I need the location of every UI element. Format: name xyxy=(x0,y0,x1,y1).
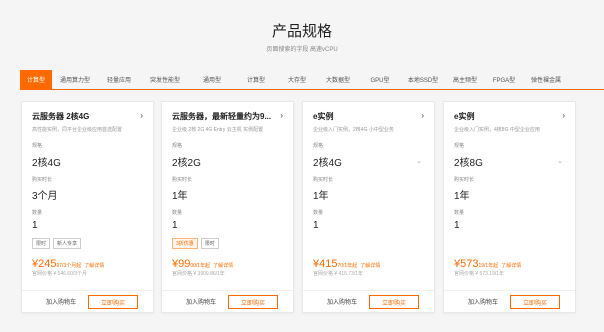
add-to-cart-button[interactable]: 加入购物车 xyxy=(468,297,498,306)
card-header[interactable]: e实例 企业级入门实例，2核4G 小中型业务 › xyxy=(313,111,424,133)
quantity-value[interactable]: 1 xyxy=(32,220,38,231)
card-title: e实例 xyxy=(454,112,475,121)
tab-general-compute[interactable]: 通用算力型 xyxy=(52,70,98,89)
product-card: 云服务器，最新轻量约为9... 企业级 2核 2G 4G Entry 云主机 实… xyxy=(161,101,294,313)
card-description: 高性能实例，同平台企业级应用首选配置 xyxy=(32,127,123,133)
promo-tags: 3折优惠 限时 xyxy=(172,238,219,249)
chevron-right-icon[interactable]: › xyxy=(280,111,283,120)
spec-select[interactable]: 2核2G xyxy=(172,154,201,169)
details-link[interactable]: 了解详情 xyxy=(360,263,380,269)
promo-tag: 限时 xyxy=(32,238,51,249)
card-description: 企业级入门实例，4核8G 中型企业应用 xyxy=(454,127,540,133)
duration-label: 购买时长 xyxy=(313,177,334,183)
tab-big-data[interactable]: 大数据型 xyxy=(316,70,360,89)
card-actions: 加入购物车 立即购买 xyxy=(22,290,153,312)
tab-gpu[interactable]: GPU型 xyxy=(360,70,400,89)
spec-label: 规格 xyxy=(454,143,465,149)
chevron-down-icon[interactable]: ⌄ xyxy=(557,157,563,165)
original-price: 官网价格 ¥ 3909.86/1年 xyxy=(172,271,225,277)
quantity-label: 数量 xyxy=(172,210,183,216)
duration-select[interactable]: 1年 xyxy=(313,187,329,202)
chevron-right-icon[interactable]: › xyxy=(140,111,143,120)
card-header[interactable]: 云服务器 2核4G 高性能实例，同平台企业级应用首选配置 › xyxy=(32,111,143,133)
price-unit: 70/1年起 xyxy=(337,263,358,269)
spec-select[interactable]: 2核4G xyxy=(313,154,342,169)
details-link[interactable]: 了解详情 xyxy=(213,263,233,269)
buy-now-button[interactable]: 立即购买 xyxy=(88,295,138,309)
quantity-label: 数量 xyxy=(313,210,324,216)
card-title: 云服务器，最新轻量约为9... xyxy=(172,112,272,121)
chevron-down-icon[interactable]: ⌄ xyxy=(416,157,422,165)
quantity-value[interactable]: 1 xyxy=(313,220,319,231)
card-actions: 加入购物车 立即购买 xyxy=(444,290,575,312)
tab-lightweight[interactable]: 轻量应用 xyxy=(98,70,140,89)
spec-select[interactable]: 2核4G xyxy=(32,154,61,169)
quantity-label: 数量 xyxy=(32,210,43,216)
price-value: ¥245 xyxy=(32,258,57,270)
tab-high-frequency[interactable]: 高主频型 xyxy=(446,70,484,89)
chevron-right-icon[interactable]: › xyxy=(562,111,565,120)
original-price: 官网价格 ¥ 415.73/1年 xyxy=(313,271,364,277)
tab-compute-2[interactable]: 计算型 xyxy=(234,70,278,89)
promo-tag: 3折优惠 xyxy=(172,238,198,249)
card-header[interactable]: e实例 企业级入门实例，4核8G 中型企业应用 › xyxy=(454,111,565,133)
product-tabs: 计算型 通用算力型 轻量应用 突发性能型 通用型 计算型 大存型 大数据型 GP… xyxy=(20,70,604,90)
buy-now-button[interactable]: 立即购买 xyxy=(369,295,419,309)
card-title: e实例 xyxy=(313,112,334,121)
product-card: 云服务器 2核4G 高性能实例，同平台企业级应用首选配置 › 规格 2核4G 购… xyxy=(21,101,154,313)
card-actions: 加入购物车 立即购买 xyxy=(162,290,293,312)
card-description: 企业级入门实例，2核4G 小中型业务 xyxy=(313,127,394,133)
card-actions: 加入购物车 立即购买 xyxy=(303,290,434,312)
duration-label: 购买时长 xyxy=(172,177,193,183)
spec-select[interactable]: 2核8G xyxy=(454,154,483,169)
add-to-cart-button[interactable]: 加入购物车 xyxy=(46,297,76,306)
quantity-value[interactable]: 1 xyxy=(454,220,460,231)
page-title: 产品规格 xyxy=(271,23,332,40)
add-to-cart-button[interactable]: 加入购物车 xyxy=(186,297,216,306)
buy-now-button[interactable]: 立即购买 xyxy=(228,295,278,309)
price-unit: 19/1年起 xyxy=(478,263,499,269)
product-cards: 云服务器 2核4G 高性能实例，同平台企业级应用首选配置 › 规格 2核4G 购… xyxy=(21,101,604,332)
add-to-cart-button[interactable]: 加入购物车 xyxy=(327,297,357,306)
price-unit: 97/3个月起 xyxy=(56,263,82,269)
duration-select[interactable]: 1年 xyxy=(172,187,188,202)
promo-tag: 限时 xyxy=(200,238,219,249)
details-link[interactable]: 了解详情 xyxy=(84,263,104,269)
promo-tags: 限时 新人专享 xyxy=(32,238,82,249)
quantity-label: 数量 xyxy=(454,210,465,216)
tab-large-storage[interactable]: 大存型 xyxy=(278,70,316,89)
buy-now-button[interactable]: 立即购买 xyxy=(510,295,560,309)
original-price: 官网价格 ¥ 573.19/1年 xyxy=(454,271,505,277)
duration-label: 购买时长 xyxy=(454,177,475,183)
details-link[interactable]: 了解详情 xyxy=(501,263,521,269)
price-value: ¥99 xyxy=(172,258,191,270)
original-price: 官网价格 ¥ 546.60/3个月 xyxy=(32,271,88,277)
product-card: e实例 企业级入门实例，4核8G 中型企业应用 › 规格 2核8G ⌄ 购买时长… xyxy=(443,101,576,313)
page-subtitle: 页面搜索的字段 高速vCPU xyxy=(266,47,338,53)
spec-label: 规格 xyxy=(172,143,183,149)
product-card: e实例 企业级入门实例，2核4G 小中型业务 › 规格 2核4G ⌄ 购买时长 … xyxy=(302,101,435,313)
duration-label: 购买时长 xyxy=(32,177,53,183)
price-value: ¥573 xyxy=(454,258,479,270)
card-description: 企业级 2核 2G 4G Entry 云主机 实例配置 xyxy=(172,127,264,133)
tab-bare-metal[interactable]: 弹性裸金属 xyxy=(524,70,568,89)
tab-burstable[interactable]: 突发性能型 xyxy=(140,70,190,89)
tab-compute[interactable]: 计算型 xyxy=(20,70,52,89)
price-value: ¥415 xyxy=(313,258,338,270)
promo-tag: 新人专享 xyxy=(53,238,82,249)
spec-label: 规格 xyxy=(32,143,43,149)
card-header[interactable]: 云服务器，最新轻量约为9... 企业级 2核 2G 4G Entry 云主机 实… xyxy=(172,111,283,133)
duration-select[interactable]: 3个月 xyxy=(32,187,58,202)
chevron-right-icon[interactable]: › xyxy=(421,111,424,120)
price-unit: 00/1年起 xyxy=(190,263,211,269)
duration-select[interactable]: 1年 xyxy=(454,187,470,202)
card-title: 云服务器 2核4G xyxy=(32,112,90,121)
spec-label: 规格 xyxy=(313,143,324,149)
tab-fpga[interactable]: FPGA型 xyxy=(484,70,524,89)
tab-general[interactable]: 通用型 xyxy=(190,70,234,89)
tab-local-ssd[interactable]: 本地SSD型 xyxy=(400,70,446,89)
quantity-value[interactable]: 1 xyxy=(172,220,178,231)
